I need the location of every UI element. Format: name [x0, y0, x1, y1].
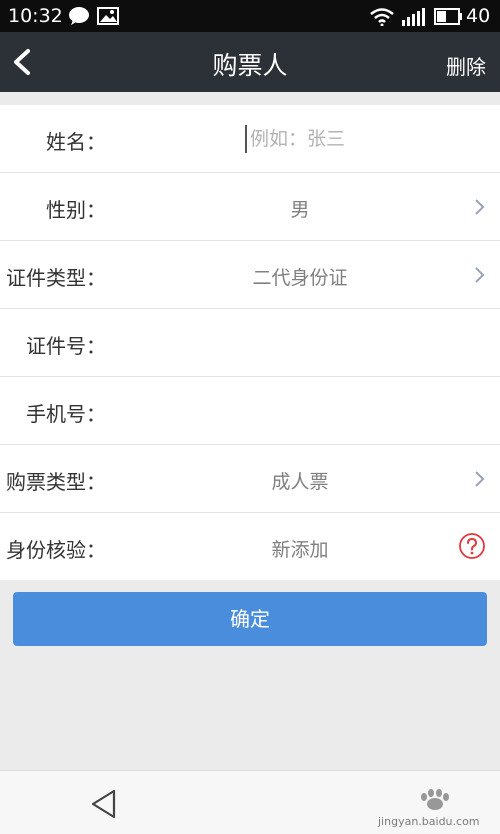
watermark-text: jingyan.baidu.com: [378, 815, 480, 828]
baidu-watermark: jingyan.baidu.com: [378, 787, 496, 831]
id-number-row: 证件号：: [0, 309, 500, 377]
delete-button[interactable]: 删除: [446, 51, 486, 80]
ticket-type-label: 购票类型：: [6, 470, 106, 494]
id-verify-row: 身份核验： 新添加: [0, 513, 500, 580]
confirm-button[interactable]: 确定: [13, 592, 487, 646]
name-label: 姓名：: [46, 130, 106, 154]
triangle-back-icon[interactable]: [89, 788, 119, 820]
status-bar: 10:32 40: [0, 0, 500, 32]
phone-input[interactable]: [130, 397, 470, 425]
chevron-right-icon: [475, 199, 485, 215]
passenger-form: 姓名： 性别： 男 证件类型： 二代身份证 证件号： 手机号： 购票类型： 成人…: [0, 105, 500, 580]
gender-label: 性别：: [46, 198, 106, 222]
name-input[interactable]: [245, 125, 450, 153]
phone-row: 手机号：: [0, 377, 500, 445]
chevron-right-icon: [475, 471, 485, 487]
help-icon[interactable]: [458, 532, 486, 560]
id-number-label: 证件号：: [26, 334, 106, 358]
chevron-right-icon: [475, 267, 485, 283]
name-row: 姓名：: [0, 105, 500, 173]
signal-icon: [402, 8, 425, 26]
ticket-type-value: 成人票: [271, 471, 329, 493]
id-number-input[interactable]: [130, 329, 470, 357]
status-time: 10:32: [8, 5, 63, 27]
image-icon: [97, 7, 119, 25]
gender-row[interactable]: 性别： 男: [0, 173, 500, 241]
id-type-value: 二代身份证: [252, 267, 348, 289]
chat-bubble-icon: [69, 7, 89, 25]
phone-label: 手机号：: [26, 402, 106, 426]
id-verify-value: 新添加: [271, 539, 329, 561]
id-type-row[interactable]: 证件类型： 二代身份证: [0, 241, 500, 309]
ticket-type-row[interactable]: 购票类型： 成人票: [0, 445, 500, 513]
battery-icon: [434, 8, 462, 25]
wifi-icon: [370, 8, 394, 26]
baidu-paw-logo: [421, 789, 449, 810]
nav-bar: 购票人 删除: [0, 32, 500, 92]
id-verify-label: 身份核验：: [6, 538, 106, 562]
id-type-label: 证件类型：: [6, 266, 106, 290]
battery-level: 40: [466, 5, 491, 27]
page-title: 购票人: [212, 51, 288, 80]
system-nav-bar: jingyan.baidu.com: [0, 770, 500, 834]
gender-value: 男: [290, 199, 310, 221]
